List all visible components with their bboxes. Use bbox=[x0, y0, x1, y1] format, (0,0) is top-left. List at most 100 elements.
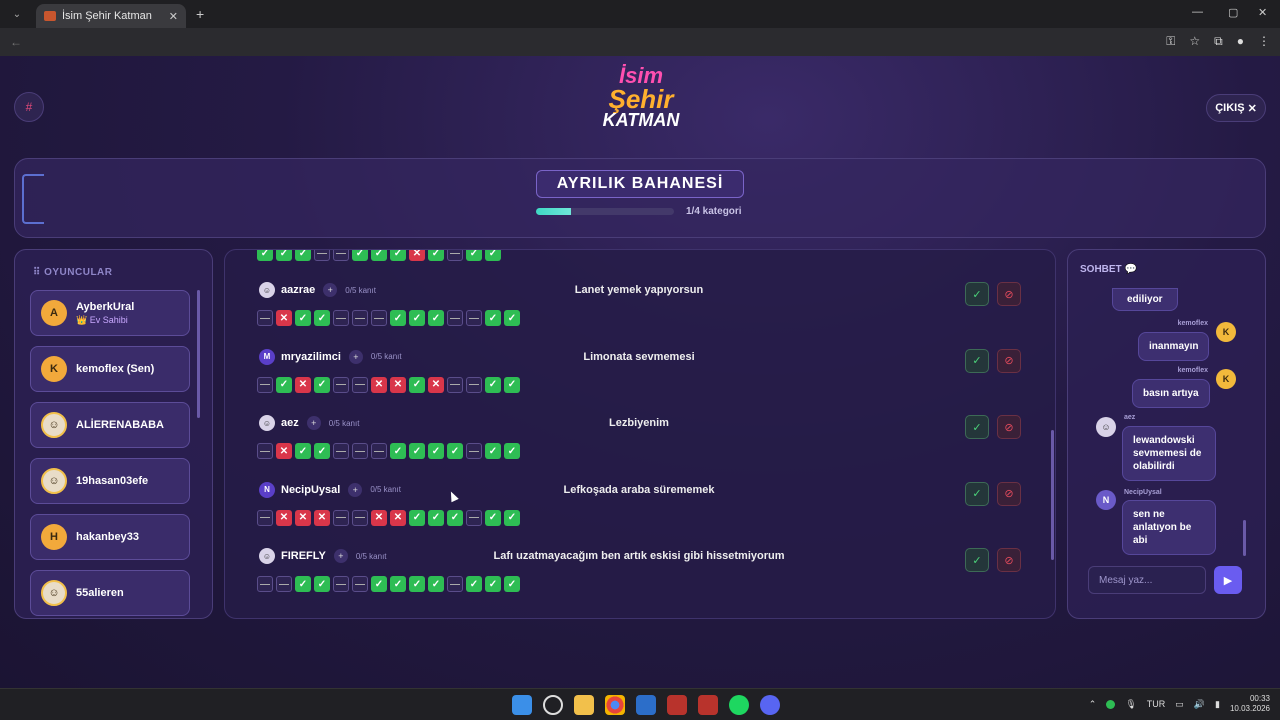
reject-button[interactable]: ⊘ bbox=[997, 548, 1021, 572]
exit-button[interactable]: ÇIKIŞ ✕ bbox=[1206, 94, 1266, 122]
star-icon[interactable]: ☆ bbox=[1189, 34, 1200, 49]
player-card[interactable]: ☺ ALİERENABABA bbox=[30, 402, 190, 448]
player-card[interactable]: Kkemoflex (Sen) bbox=[30, 346, 190, 392]
reject-button[interactable]: ⊘ bbox=[997, 415, 1021, 439]
vote-approve-icon: ✓ bbox=[371, 250, 387, 261]
mic-icon[interactable]: 🎙 bbox=[1125, 699, 1136, 710]
status-dot-icon[interactable] bbox=[1106, 699, 1116, 709]
key-icon[interactable]: ⚿ bbox=[1166, 34, 1175, 49]
vote-approve-icon: ✓ bbox=[390, 250, 406, 261]
chat-scrollbar[interactable] bbox=[1243, 520, 1246, 556]
answers-scrollbar[interactable] bbox=[1051, 430, 1054, 560]
vote-empty-icon: — bbox=[466, 509, 482, 526]
player-card[interactable]: A AyberkUral 👑 Ev Sahibi bbox=[30, 290, 190, 336]
chat-bubble: inanmayın bbox=[1138, 332, 1210, 361]
vote-empty-icon: — bbox=[333, 443, 349, 459]
vote-approve-icon: ✓ bbox=[428, 310, 444, 326]
vote-approve-icon: ✓ bbox=[485, 250, 501, 261]
file-explorer-icon[interactable] bbox=[574, 695, 594, 715]
player-card[interactable]: ☺ 19hasan03efe bbox=[30, 458, 190, 504]
send-button[interactable]: ▶ bbox=[1214, 566, 1242, 594]
vote-approve-icon: ✓ bbox=[485, 376, 501, 393]
voicemod-2-icon[interactable] bbox=[698, 695, 718, 715]
vote-approve-icon: ✓ bbox=[314, 576, 330, 592]
chat-bubble: lewandowski sevmemesi de olabilirdi bbox=[1122, 426, 1216, 481]
tab-close-icon[interactable]: ✕ bbox=[169, 10, 178, 23]
start-icon[interactable] bbox=[512, 695, 532, 715]
vote-empty-icon: — bbox=[333, 576, 349, 592]
extensions-icon[interactable]: ⧉ bbox=[1214, 34, 1223, 49]
vote-empty-icon: — bbox=[466, 376, 482, 393]
vote-reject-icon: ✕ bbox=[371, 509, 387, 526]
room-code-button[interactable]: # bbox=[14, 92, 44, 122]
tab-search-icon[interactable]: ⌄ bbox=[4, 3, 30, 25]
maximize-button[interactable]: ▢ bbox=[1228, 6, 1238, 19]
discord-icon[interactable] bbox=[760, 695, 780, 715]
back-arrow-icon[interactable]: ← bbox=[10, 35, 22, 49]
new-tab-button[interactable]: + bbox=[196, 6, 204, 22]
vote-empty-icon: — bbox=[352, 443, 368, 459]
player-avatar: A bbox=[41, 300, 67, 326]
reject-button[interactable]: ⊘ bbox=[997, 348, 1021, 373]
reject-button[interactable]: ⊘ bbox=[997, 282, 1021, 306]
vote-empty-icon: — bbox=[352, 576, 368, 592]
search-icon[interactable] bbox=[543, 695, 563, 715]
approve-button[interactable]: ✓ bbox=[965, 548, 989, 572]
answer-row: ☺ FIREFLY +0/5 kanıt Lafı uzatmayacağım ben… bbox=[251, 540, 1027, 602]
answer-row: Mmryazilimci +0/5 kanıt Limonata sevmemesi… bbox=[251, 341, 1027, 403]
chat-author: kemoflex bbox=[1177, 320, 1208, 327]
vote-approve-icon: ✓ bbox=[390, 576, 406, 592]
menu-dots-icon[interactable]: ⋮ bbox=[1258, 34, 1270, 49]
progress-fill bbox=[536, 208, 571, 215]
vote-empty-icon: — bbox=[447, 310, 463, 326]
chrome-icon[interactable] bbox=[605, 695, 625, 715]
chat-message: kemoflex bbox=[1138, 320, 1208, 327]
approve-button[interactable]: ✓ bbox=[965, 282, 989, 306]
vote-approve-icon: ✓ bbox=[504, 310, 520, 326]
approve-button[interactable]: ✓ bbox=[965, 415, 989, 439]
player-card[interactable]: ☺ 55alieren bbox=[30, 570, 190, 616]
volume-icon[interactable]: 🔊 bbox=[1194, 699, 1205, 710]
vote-reject-icon: ✕ bbox=[428, 376, 444, 393]
chat-avatar: K bbox=[1216, 369, 1236, 389]
browser-tab[interactable]: İsim Şehir Katman ✕ bbox=[36, 4, 186, 28]
approve-button[interactable]: ✓ bbox=[965, 481, 989, 506]
clock[interactable]: 00:33 10.03.2026 bbox=[1230, 694, 1270, 715]
photos-icon[interactable] bbox=[636, 695, 656, 715]
vote-empty-icon: — bbox=[466, 443, 482, 459]
voicemod-icon[interactable] bbox=[667, 695, 687, 715]
chat-message: ediliyor bbox=[1112, 288, 1178, 311]
player-avatar: K bbox=[41, 356, 67, 382]
approve-button[interactable]: ✓ bbox=[965, 348, 989, 373]
vote-reject-icon: ✕ bbox=[371, 376, 387, 393]
vote-reject-icon: ✕ bbox=[314, 509, 330, 526]
vote-row: — ✓ ✕ ✓ — — ✕ ✕ ✓ ✕ — — ✓ ✓ bbox=[257, 376, 520, 393]
vote-approve-icon: ✓ bbox=[428, 443, 444, 459]
vote-approve-icon: ✓ bbox=[447, 509, 463, 526]
players-scrollbar[interactable] bbox=[197, 290, 200, 418]
language-indicator[interactable]: TUR bbox=[1147, 699, 1166, 709]
player-card[interactable]: Hhakanbey33 bbox=[30, 514, 190, 560]
vote-empty-icon: — bbox=[257, 576, 273, 592]
network-icon[interactable]: ▭ bbox=[1175, 699, 1184, 710]
reject-button[interactable]: ⊘ bbox=[997, 481, 1021, 506]
taskbar: ⌃ 🎙 TUR ▭ 🔊 ▮ 00:33 10.03.2026 bbox=[0, 688, 1280, 720]
close-window-button[interactable]: ✕ bbox=[1258, 6, 1267, 19]
tray-chevron-icon[interactable]: ⌃ bbox=[1089, 699, 1097, 710]
players-panel: ⠿ OYUNCULAR A AyberkUral 👑 Ev Sahibi Kkemof… bbox=[14, 249, 213, 619]
minimize-button[interactable]: — bbox=[1192, 6, 1203, 18]
player-name: ALİERENABABA bbox=[76, 419, 164, 431]
spotify-icon[interactable] bbox=[729, 695, 749, 715]
chat-input[interactable]: Mesaj yaz... bbox=[1088, 566, 1206, 594]
browser-tabbar: ⌄ İsim Şehir Katman ✕ + — ▢ ✕ bbox=[0, 0, 1280, 28]
battery-icon[interactable]: ▮ bbox=[1215, 699, 1220, 710]
chat-message: basın artıya bbox=[1132, 379, 1210, 408]
clock-date: 10.03.2026 bbox=[1229, 704, 1270, 714]
vote-approve-icon: ✓ bbox=[485, 576, 501, 592]
vote-approve-icon: ✓ bbox=[390, 443, 406, 459]
vote-reject-icon: ✕ bbox=[295, 509, 311, 526]
exit-label: ÇIKIŞ bbox=[1215, 102, 1245, 114]
profile-icon[interactable]: ● bbox=[1237, 34, 1244, 49]
vote-reject-icon: ✕ bbox=[276, 443, 292, 459]
vote-empty-icon: — bbox=[352, 376, 368, 393]
